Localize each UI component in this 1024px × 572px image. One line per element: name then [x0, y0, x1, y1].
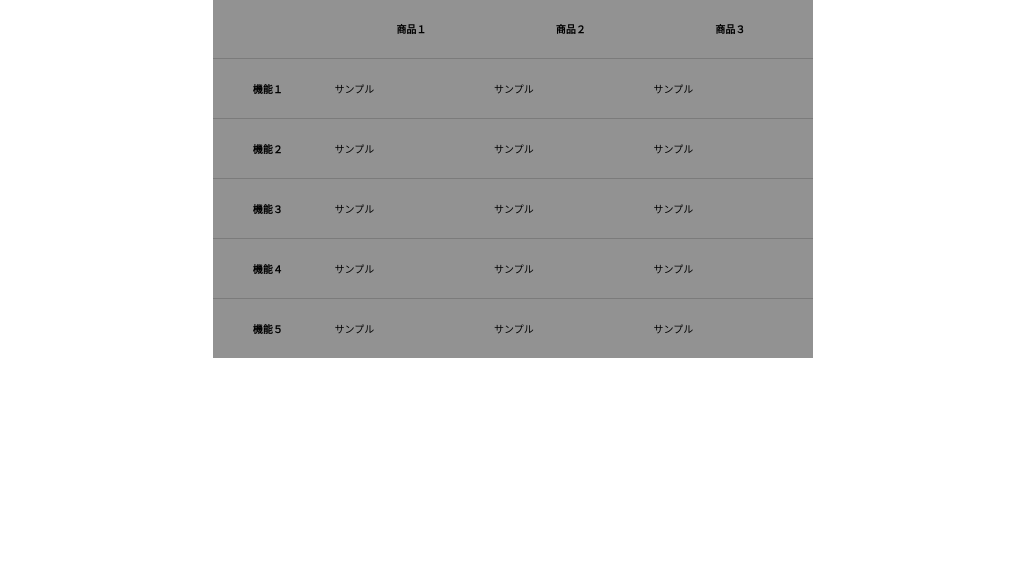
- table-cell: サンプル: [654, 238, 814, 298]
- table-cell: サンプル: [335, 238, 494, 298]
- table-cell: サンプル: [494, 238, 653, 298]
- table-cell: サンプル: [335, 118, 494, 178]
- table-cell: サンプル: [335, 178, 494, 238]
- table-cell: サンプル: [335, 298, 494, 358]
- table-header-row: 商品１ 商品２ 商品３: [213, 0, 813, 58]
- table-cell: サンプル: [654, 178, 814, 238]
- table-cell: サンプル: [654, 58, 814, 118]
- table-corner-cell: [213, 0, 335, 58]
- table-cell: サンプル: [494, 58, 653, 118]
- table-row: 機能２ サンプル サンプル サンプル: [213, 118, 813, 178]
- table-row: 機能５ サンプル サンプル サンプル: [213, 298, 813, 358]
- comparison-table: 商品１ 商品２ 商品３ 機能１ サンプル サンプル サンプル 機能２ サンプル …: [213, 0, 813, 358]
- table-cell: サンプル: [335, 58, 494, 118]
- column-header: 商品３: [654, 0, 814, 58]
- table-cell: サンプル: [494, 298, 653, 358]
- row-header: 機能１: [213, 58, 335, 118]
- column-header: 商品２: [494, 0, 653, 58]
- table-cell: サンプル: [654, 118, 814, 178]
- table-row: 機能４ サンプル サンプル サンプル: [213, 238, 813, 298]
- table-row: 機能３ サンプル サンプル サンプル: [213, 178, 813, 238]
- comparison-table-container: 商品１ 商品２ 商品３ 機能１ サンプル サンプル サンプル 機能２ サンプル …: [213, 0, 813, 358]
- column-header: 商品１: [335, 0, 494, 58]
- table-cell: サンプル: [494, 178, 653, 238]
- row-header: 機能２: [213, 118, 335, 178]
- table-row: 機能１ サンプル サンプル サンプル: [213, 58, 813, 118]
- row-header: 機能４: [213, 238, 335, 298]
- table-cell: サンプル: [654, 298, 814, 358]
- row-header: 機能５: [213, 298, 335, 358]
- table-cell: サンプル: [494, 118, 653, 178]
- row-header: 機能３: [213, 178, 335, 238]
